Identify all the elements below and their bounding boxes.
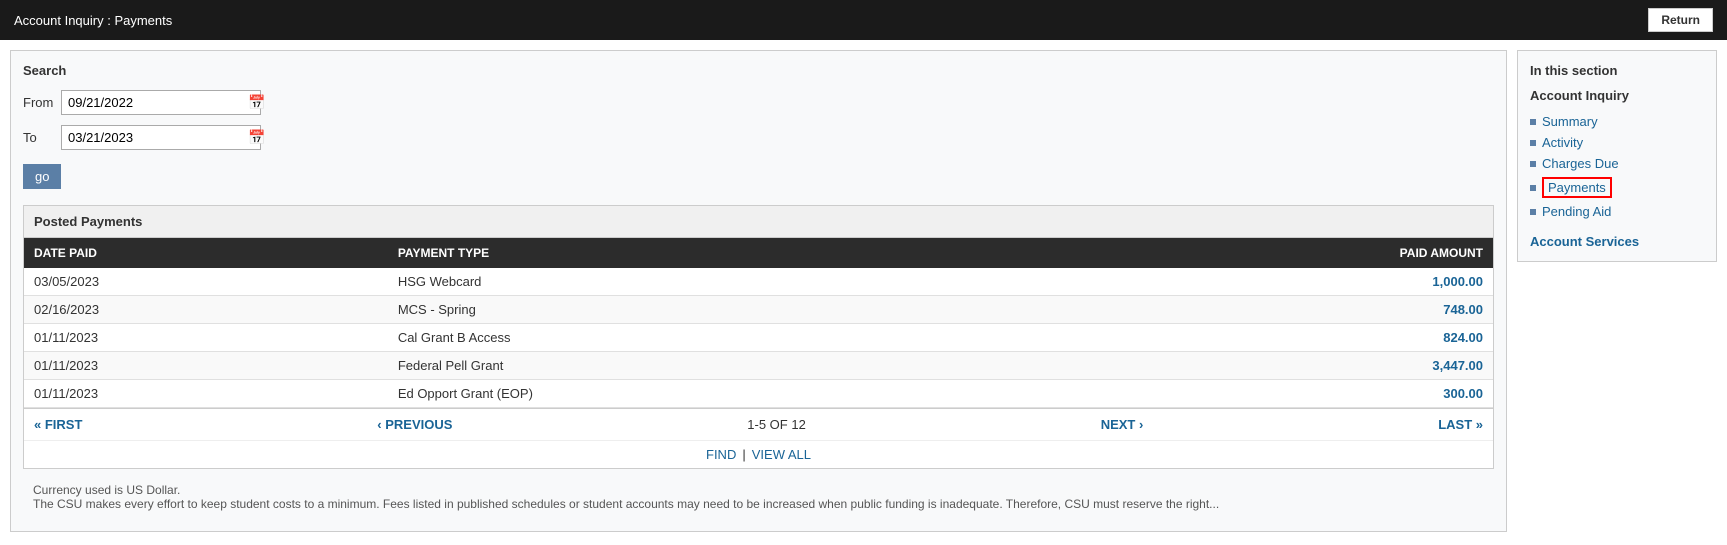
posted-payments-title: Posted Payments	[24, 206, 1493, 238]
cell-date: 01/11/2023	[24, 380, 388, 408]
posted-payments-section: Posted Payments DATE PAID PAYMENT TYPE P…	[23, 205, 1494, 469]
nav-link-summary[interactable]: Summary	[1542, 114, 1598, 129]
cell-type: Federal Pell Grant	[388, 352, 1051, 380]
to-date-wrapper: 📅	[61, 125, 261, 150]
from-date-input[interactable]	[68, 95, 244, 110]
nav-bullet-icon	[1530, 161, 1536, 167]
from-calendar-icon[interactable]: 📅	[248, 94, 265, 111]
cell-type: Cal Grant B Access	[388, 324, 1051, 352]
first-button[interactable]: « FIRST	[34, 417, 82, 432]
cell-date: 02/16/2023	[24, 296, 388, 324]
payments-table: DATE PAID PAYMENT TYPE PAID AMOUNT 03/05…	[24, 238, 1493, 408]
nav-bullet-icon	[1530, 119, 1536, 125]
go-button[interactable]: go	[23, 164, 61, 189]
cell-amount: 748.00	[1051, 296, 1493, 324]
return-button[interactable]: Return	[1648, 8, 1713, 32]
cell-date: 03/05/2023	[24, 268, 388, 296]
view-all-button[interactable]: VIEW ALL	[752, 447, 811, 462]
sidebar: In this section Account Inquiry Summary A…	[1517, 50, 1717, 262]
next-button[interactable]: NEXT ›	[1101, 417, 1144, 432]
page-title: Account Inquiry : Payments	[14, 13, 172, 28]
search-section: Search From 📅 To 📅 go	[23, 63, 1494, 189]
page-header: Account Inquiry : Payments Return	[0, 0, 1727, 40]
sidebar-item-summary: Summary	[1530, 111, 1704, 132]
find-row: FIND | VIEW ALL	[24, 440, 1493, 468]
table-row: 03/05/2023 HSG Webcard 1,000.00	[24, 268, 1493, 296]
nav-link-payments[interactable]: Payments	[1542, 177, 1612, 198]
col-paid-amount: PAID AMOUNT	[1051, 238, 1493, 268]
table-row: 01/11/2023 Cal Grant B Access 824.00	[24, 324, 1493, 352]
nav-bullet-icon	[1530, 185, 1536, 191]
account-services-link[interactable]: Account Services	[1530, 234, 1639, 249]
nav-bullet-icon	[1530, 140, 1536, 146]
sidebar-section-heading: In this section	[1530, 63, 1704, 78]
cell-date: 01/11/2023	[24, 324, 388, 352]
find-button[interactable]: FIND	[706, 447, 736, 462]
cell-type: Ed Opport Grant (EOP)	[388, 380, 1051, 408]
sidebar-item-charges-due: Charges Due	[1530, 153, 1704, 174]
pagination-row: « FIRST ‹ PREVIOUS 1-5 OF 12 NEXT › LAST…	[24, 408, 1493, 440]
cell-amount: 1,000.00	[1051, 268, 1493, 296]
sidebar-nav-list: Summary Activity Charges Due Payments Pendin…	[1530, 111, 1704, 222]
cell-amount: 3,447.00	[1051, 352, 1493, 380]
table-row: 02/16/2023 MCS - Spring 748.00	[24, 296, 1493, 324]
col-payment-type: PAYMENT TYPE	[388, 238, 1051, 268]
from-row: From 📅	[23, 90, 1494, 115]
content-area: Search From 📅 To 📅 go Posted Payments	[10, 50, 1507, 532]
sidebar-item-pending-aid: Pending Aid	[1530, 201, 1704, 222]
cell-amount: 300.00	[1051, 380, 1493, 408]
to-calendar-icon[interactable]: 📅	[248, 129, 265, 146]
footer-note: Currency used is US Dollar. The CSU make…	[23, 475, 1494, 519]
previous-button[interactable]: ‹ PREVIOUS	[377, 417, 452, 432]
to-label: To	[23, 130, 53, 145]
last-button[interactable]: LAST »	[1438, 417, 1483, 432]
search-section-title: Search	[23, 63, 1494, 78]
to-row: To 📅	[23, 125, 1494, 150]
table-row: 01/11/2023 Ed Opport Grant (EOP) 300.00	[24, 380, 1493, 408]
nav-link-charges-due[interactable]: Charges Due	[1542, 156, 1619, 171]
table-header-row: DATE PAID PAYMENT TYPE PAID AMOUNT	[24, 238, 1493, 268]
cell-type: HSG Webcard	[388, 268, 1051, 296]
from-date-wrapper: 📅	[61, 90, 261, 115]
col-date-paid: DATE PAID	[24, 238, 388, 268]
sidebar-item-payments: Payments	[1530, 174, 1704, 201]
footer-note-2: The CSU makes every effort to keep stude…	[33, 497, 1484, 511]
pagination-info: 1-5 OF 12	[747, 417, 806, 432]
cell-amount: 824.00	[1051, 324, 1493, 352]
table-row: 01/11/2023 Federal Pell Grant 3,447.00	[24, 352, 1493, 380]
cell-date: 01/11/2023	[24, 352, 388, 380]
from-label: From	[23, 95, 53, 110]
cell-type: MCS - Spring	[388, 296, 1051, 324]
main-layout: Search From 📅 To 📅 go Posted Payments	[0, 40, 1727, 542]
to-date-input[interactable]	[68, 130, 244, 145]
sidebar-account-inquiry-heading: Account Inquiry	[1530, 88, 1704, 103]
nav-link-activity[interactable]: Activity	[1542, 135, 1583, 150]
nav-bullet-icon	[1530, 209, 1536, 215]
sidebar-item-activity: Activity	[1530, 132, 1704, 153]
nav-link-pending-aid[interactable]: Pending Aid	[1542, 204, 1611, 219]
footer-note-1: Currency used is US Dollar.	[33, 483, 1484, 497]
